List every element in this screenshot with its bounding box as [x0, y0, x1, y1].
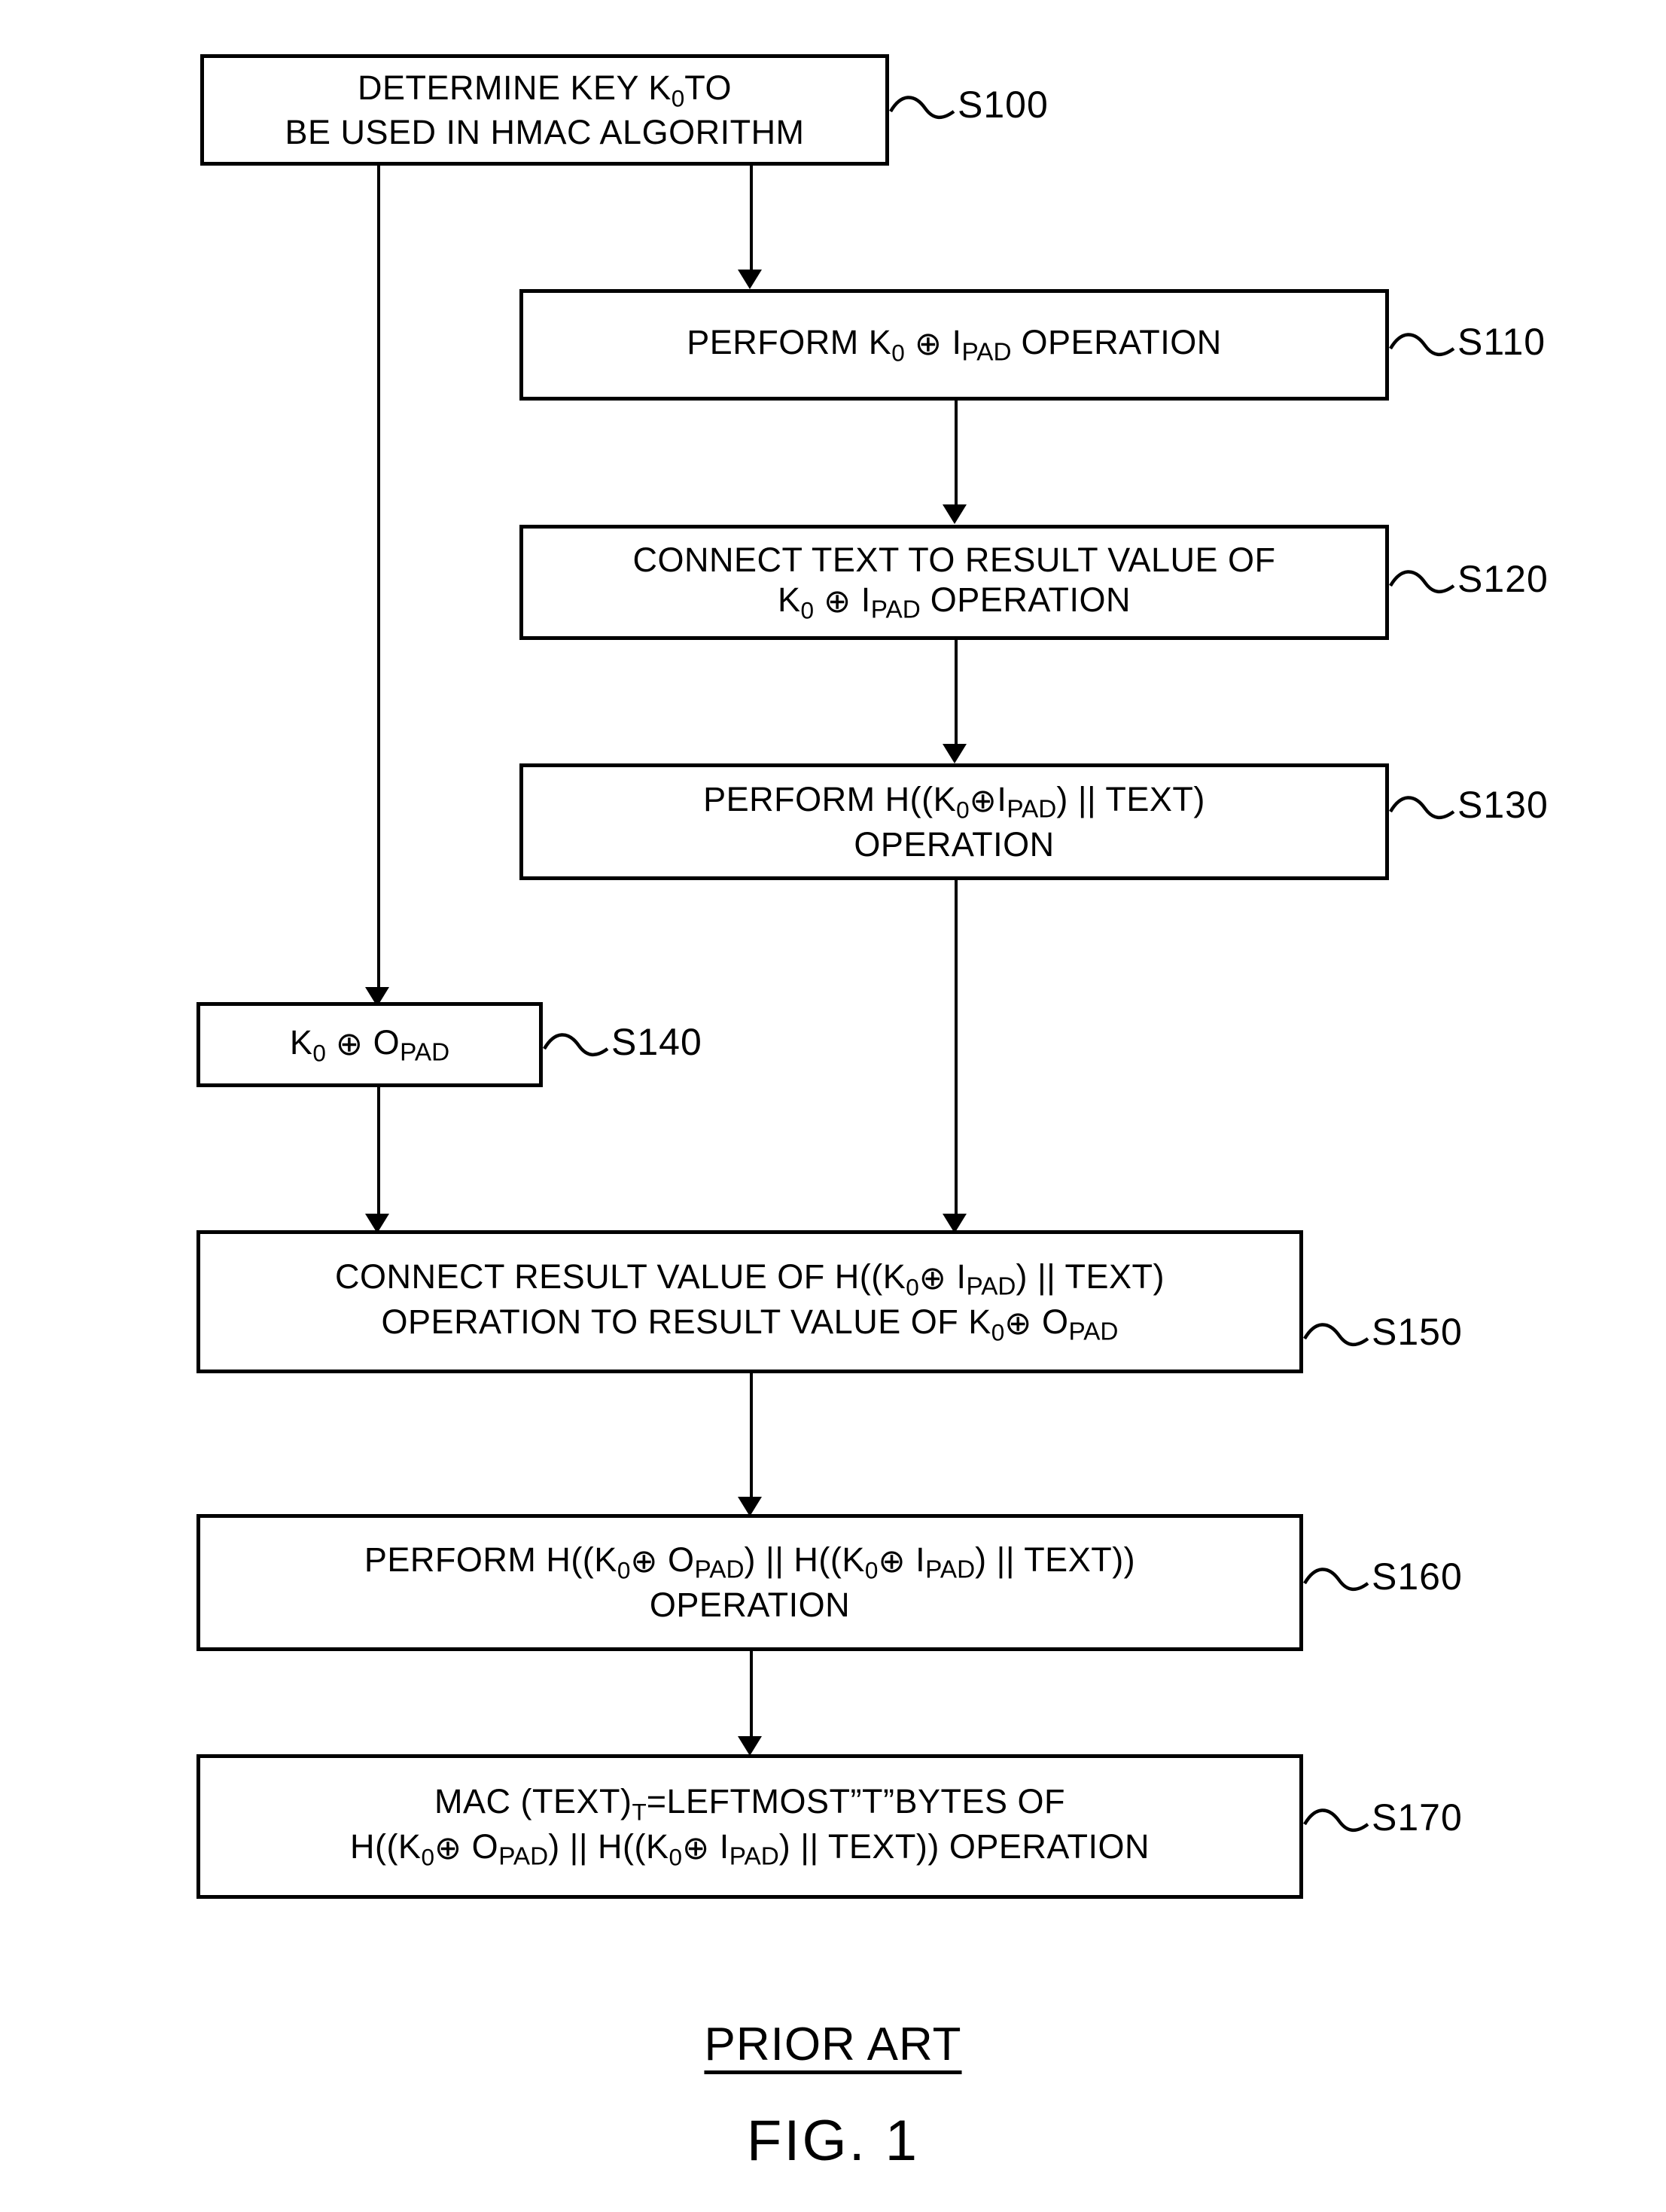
step-label-s120: S120: [1457, 558, 1549, 600]
step-box-s150-line-2: OPERATION TO RESULT VALUE OF K0⊕ OPAD: [381, 1303, 1119, 1346]
step-box-s170-line-2: H((K0⊕ OPAD) || H((K0⊕ IPAD) || TEXT)) O…: [349, 1827, 1150, 1871]
step-box-s170[interactable]: MAC (TEXT)T=LEFTMOST”T”BYTES OF H((K0⊕ O…: [196, 1754, 1303, 1899]
step-box-s120[interactable]: CONNECT TEXT TO RESULT VALUE OF K0 ⊕ IPA…: [519, 525, 1389, 640]
step-label-s160: S160: [1372, 1555, 1463, 1598]
patent-figure-page: DETERMINE KEY K0TO BE USED IN HMAC ALGOR…: [0, 0, 1666, 2212]
step-box-s110-line-1: PERFORM K0 ⊕ IPAD OPERATION: [687, 323, 1222, 367]
step-box-s130-line-2: OPERATION: [854, 824, 1055, 864]
step-box-s130-line-1: PERFORM H((K0⊕IPAD) || TEXT): [703, 779, 1205, 824]
connector-s100-to-s140: [377, 165, 380, 993]
step-label-s140: S140: [611, 1021, 702, 1063]
connector-s110-to-s120: [955, 400, 958, 509]
step-box-s150-line-1: CONNECT RESULT VALUE OF H((K0⊕ IPAD) || …: [334, 1257, 1165, 1301]
leader-line-s140: [543, 1033, 609, 1056]
step-box-s160-line-1: PERFORM H((K0⊕ OPAD) || H((K0⊕ IPAD) || …: [364, 1540, 1136, 1585]
arrowhead-s170: [738, 1736, 762, 1756]
step-box-s140[interactable]: K0 ⊕ OPAD: [196, 1002, 543, 1087]
step-label-s150: S150: [1372, 1311, 1463, 1353]
step-box-s140-line-1: K0 ⊕ OPAD: [289, 1022, 450, 1067]
leader-line-s170: [1303, 1808, 1369, 1832]
connector-s130-to-s150: [955, 879, 958, 1218]
prior-art-caption: PRIOR ART: [704, 2019, 962, 2070]
arrowhead-s110: [738, 270, 762, 289]
arrowhead-s130: [943, 744, 967, 763]
arrowhead-s120: [943, 504, 967, 524]
step-box-s120-line-2: K0 ⊕ IPAD OPERATION: [778, 580, 1131, 624]
step-label-s110: S110: [1457, 321, 1546, 363]
step-label-s170: S170: [1372, 1796, 1463, 1839]
leader-line-s110: [1389, 333, 1455, 356]
leader-line-s120: [1389, 570, 1455, 593]
leader-line-s150: [1303, 1323, 1369, 1346]
leader-line-s130: [1389, 796, 1455, 819]
step-label-s100: S100: [958, 84, 1049, 126]
step-box-s110[interactable]: PERFORM K0 ⊕ IPAD OPERATION: [519, 289, 1389, 401]
figure-caption: FIG. 1: [746, 2109, 920, 2173]
connector-s100-to-s110: [750, 165, 753, 274]
step-label-s130: S130: [1457, 784, 1549, 826]
step-box-s130[interactable]: PERFORM H((K0⊕IPAD) || TEXT) OPERATION: [519, 763, 1389, 880]
step-box-s100[interactable]: DETERMINE KEY K0TO BE USED IN HMAC ALGOR…: [200, 54, 889, 166]
connector-s120-to-s130: [955, 639, 958, 748]
step-box-s100-line-2: BE USED IN HMAC ALGORITHM: [285, 113, 805, 152]
leader-line-s100: [889, 96, 955, 119]
leader-line-s160: [1303, 1568, 1369, 1591]
step-box-s170-line-1: MAC (TEXT)T=LEFTMOST”T”BYTES OF: [434, 1782, 1066, 1826]
connector-s160-to-s170: [750, 1650, 753, 1741]
step-box-s160-line-2: OPERATION: [649, 1586, 851, 1625]
step-box-s100-line-1: DETERMINE KEY K0TO: [358, 68, 732, 112]
connector-s150-to-s160: [750, 1373, 753, 1501]
step-box-s160[interactable]: PERFORM H((K0⊕ OPAD) || H((K0⊕ IPAD) || …: [196, 1514, 1303, 1651]
connector-s140-to-s150: [377, 1086, 380, 1218]
step-box-s120-line-1: CONNECT TEXT TO RESULT VALUE OF: [632, 540, 1276, 579]
step-box-s150[interactable]: CONNECT RESULT VALUE OF H((K0⊕ IPAD) || …: [196, 1230, 1303, 1373]
